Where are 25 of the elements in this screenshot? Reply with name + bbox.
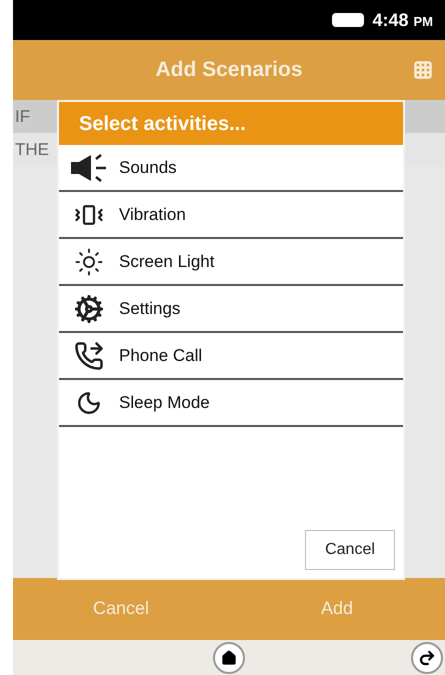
cancel-button[interactable]: Cancel: [305, 530, 395, 570]
speaker-icon: [69, 152, 109, 182]
dialog-title: Select activities...: [79, 112, 246, 136]
row-label: THE: [15, 138, 49, 161]
header-title: Add Scenarios: [155, 57, 303, 84]
activity-label: Settings: [119, 298, 180, 320]
activity-item[interactable]: Sleep Mode: [59, 380, 403, 427]
activity-label: Sounds: [119, 156, 177, 179]
activity-label: Phone Call: [119, 344, 202, 367]
moon-icon: [76, 390, 102, 416]
activity-label: Sleep Mode: [119, 392, 210, 414]
activity-item[interactable]: Screen Light: [59, 239, 403, 286]
activity-item[interactable]: Vibration: [59, 192, 403, 239]
redo-icon: [418, 648, 436, 666]
clock: 4:48 PM: [372, 8, 433, 32]
activity-label: Screen Light: [119, 250, 214, 273]
activity-item[interactable]: Sounds: [59, 145, 403, 192]
activity-label: Vibration: [119, 204, 186, 226]
forward-button[interactable]: [411, 642, 443, 674]
home-icon: [221, 650, 237, 666]
home-button[interactable]: [213, 642, 245, 674]
activity-item[interactable]: Phone Call: [59, 333, 403, 380]
row-label: IF: [15, 106, 30, 128]
battery-icon: [332, 13, 364, 27]
activity-item[interactable]: Settings: [59, 286, 403, 333]
